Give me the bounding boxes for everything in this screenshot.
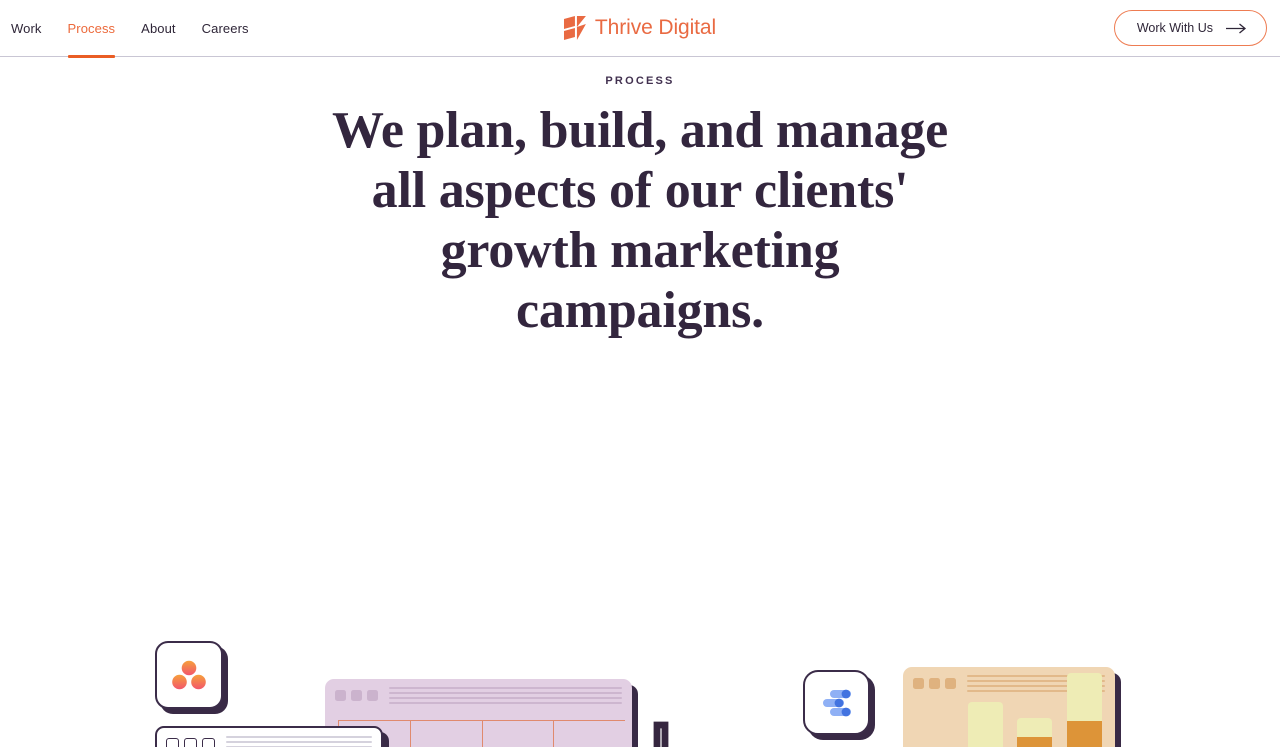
titlebar-lines <box>226 736 372 747</box>
window-dot <box>929 678 940 689</box>
window-dot <box>202 738 215 747</box>
nav-item-careers[interactable]: Careers <box>202 0 249 56</box>
analytics-chart-window[interactable] <box>903 667 1115 747</box>
cta-label: Work With Us <box>1136 21 1213 35</box>
chart-bar <box>1017 717 1053 747</box>
chart-bar-segment <box>1066 673 1102 722</box>
nav-item-process[interactable]: Process <box>67 0 116 58</box>
chart-bar <box>1066 673 1102 747</box>
work-with-us-button[interactable]: Work With Us <box>1113 10 1267 46</box>
primary-nav: Work Process About Careers <box>0 0 249 58</box>
arrow-right-icon <box>1226 22 1247 34</box>
window-titlebar <box>157 728 381 747</box>
section-eyebrow: PROCESS <box>605 75 675 87</box>
kanban-window[interactable]: ⌛30 Day🕰60 Day🗒90 Day <box>155 726 383 747</box>
brand-logo[interactable]: Thrive Digital <box>563 16 717 40</box>
window-dot <box>913 678 924 689</box>
thrive-logo-icon <box>563 16 586 40</box>
chart-bar-segment <box>1017 736 1053 747</box>
chart-bar-segment <box>1066 721 1102 747</box>
asana-icon <box>172 660 206 690</box>
window-titlebar <box>326 680 631 711</box>
filter-sliders-tile[interactable] <box>803 670 870 735</box>
titlebar-lines <box>389 687 622 704</box>
hero-illustration: ⌛30 Day🕰60 Day🗒90 Day <box>0 349 1280 747</box>
brand-name: Thrive Digital <box>594 16 717 39</box>
window-dot <box>166 738 179 747</box>
window-dot <box>351 690 362 701</box>
page-title: We plan, build, and manage all aspects o… <box>331 102 949 339</box>
chart-bar <box>967 702 1003 747</box>
filter-sliders-icon <box>822 689 851 716</box>
window-dot <box>335 690 346 701</box>
chart-bar-segment <box>1017 717 1053 737</box>
window-dot <box>184 738 197 747</box>
chart-bar-segment <box>967 702 1003 747</box>
site-header: Work Process About Careers Thrive Digita… <box>0 0 1280 58</box>
window-dot <box>367 690 378 701</box>
nav-item-work[interactable]: Work <box>11 0 42 56</box>
asana-icon-tile[interactable] <box>155 641 223 709</box>
pointer-cursor-icon <box>653 721 669 747</box>
nav-item-about[interactable]: About <box>141 0 175 56</box>
stacked-bar-chart <box>918 673 1102 747</box>
window-dot <box>945 678 956 689</box>
